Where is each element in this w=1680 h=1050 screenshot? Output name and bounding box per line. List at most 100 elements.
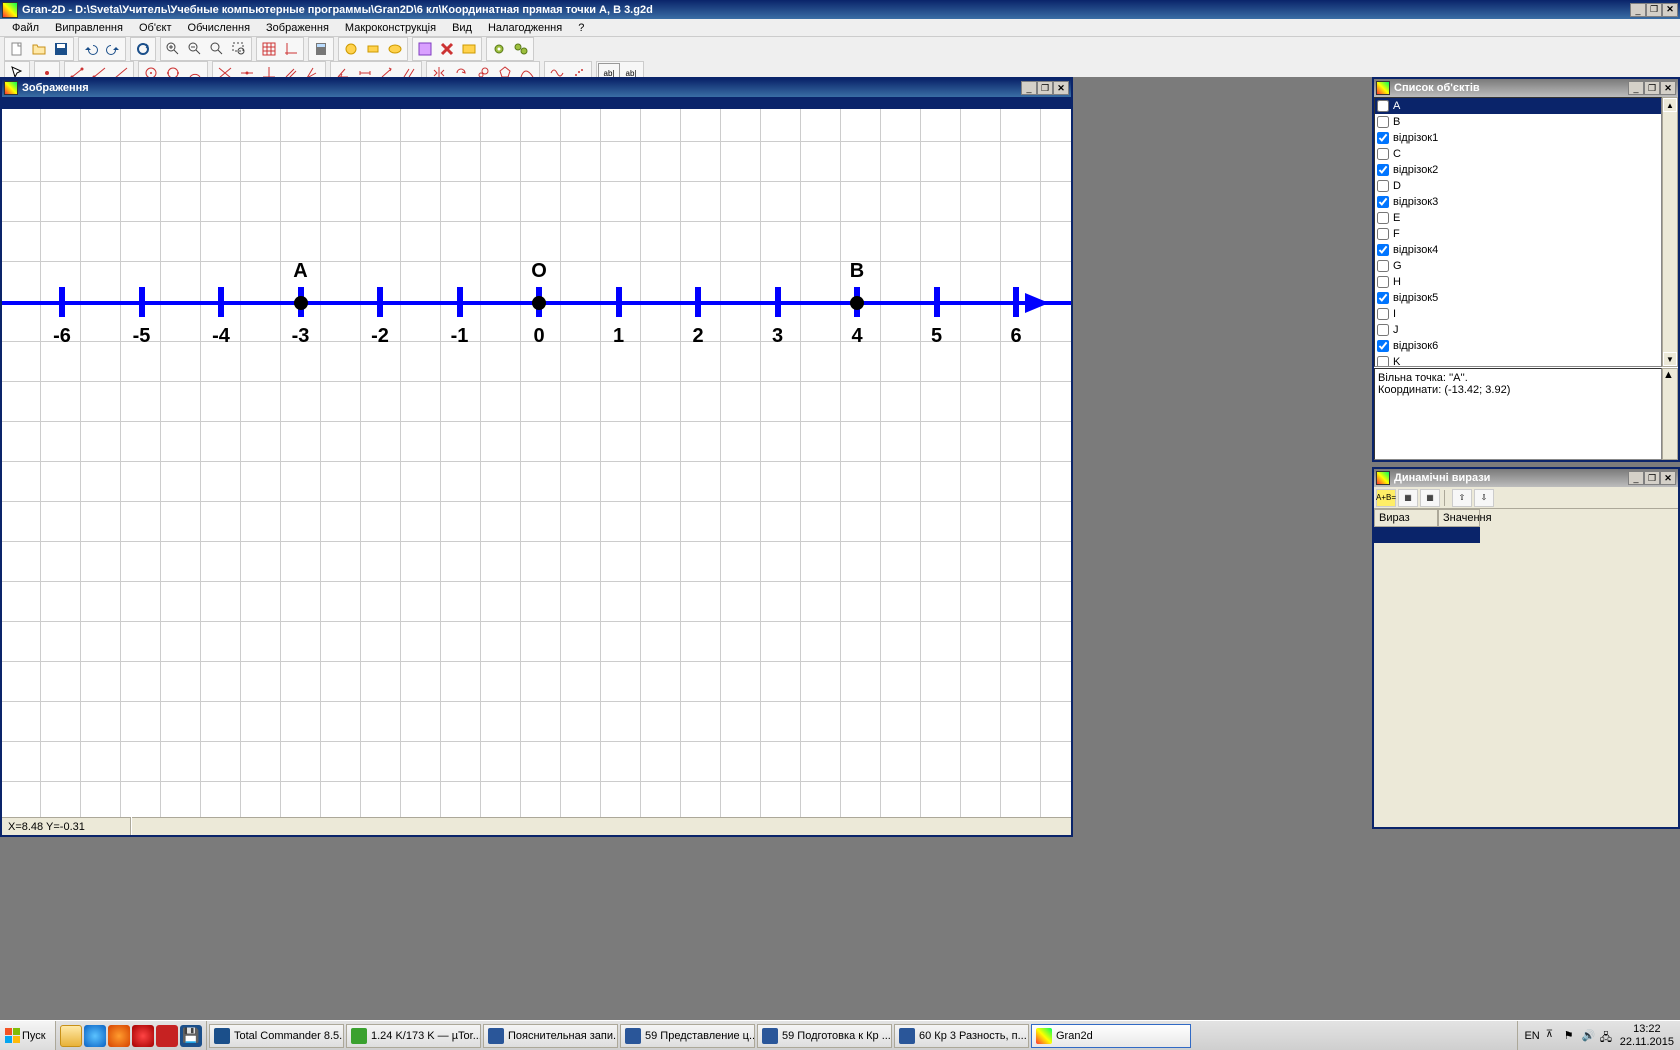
tray-lang[interactable]: EN bbox=[1524, 1030, 1539, 1042]
objects-list[interactable]: ABвідрізок1Cвідрізок2Dвідрізок3EFвідрізо… bbox=[1374, 97, 1662, 367]
expr-edit-button[interactable]: ▦ bbox=[1398, 489, 1418, 507]
scroll-up-icon[interactable]: ▲ bbox=[1663, 98, 1677, 112]
ql-abbyy-icon[interactable] bbox=[156, 1025, 178, 1047]
object-visibility-checkbox[interactable] bbox=[1377, 260, 1389, 272]
object-row[interactable]: відрізок3 bbox=[1375, 194, 1661, 210]
object-row[interactable]: I bbox=[1375, 306, 1661, 322]
image-window-titlebar[interactable]: Зображення _ ❐ ✕ bbox=[2, 79, 1071, 97]
objects-max-button[interactable]: ❐ bbox=[1644, 81, 1660, 95]
gears-icon[interactable] bbox=[510, 39, 532, 59]
image-max-button[interactable]: ❐ bbox=[1037, 81, 1053, 95]
object-row[interactable]: відрізок2 bbox=[1375, 162, 1661, 178]
tray-volume-icon[interactable]: 🔊 bbox=[1582, 1029, 1596, 1043]
expr-col-value[interactable]: Значення bbox=[1438, 509, 1480, 527]
object-row[interactable]: відрізок1 bbox=[1375, 130, 1661, 146]
object-visibility-checkbox[interactable] bbox=[1377, 212, 1389, 224]
delete-icon[interactable] bbox=[436, 39, 458, 59]
zoom-out-icon[interactable] bbox=[184, 39, 206, 59]
ql-ie-icon[interactable] bbox=[84, 1025, 106, 1047]
ql-firefox-icon[interactable] bbox=[108, 1025, 130, 1047]
image-close-button[interactable]: ✕ bbox=[1053, 81, 1069, 95]
object-row[interactable]: F bbox=[1375, 226, 1661, 242]
object-row[interactable]: B bbox=[1375, 114, 1661, 130]
redo-icon[interactable] bbox=[102, 39, 124, 59]
tray-clock[interactable]: 13:22 22.11.2015 bbox=[1620, 1023, 1674, 1047]
undo-icon[interactable] bbox=[80, 39, 102, 59]
gear-icon[interactable] bbox=[488, 39, 510, 59]
axes-icon[interactable] bbox=[280, 39, 302, 59]
expressions-window-titlebar[interactable]: Динамічні вирази _ ❐ ✕ bbox=[1374, 469, 1678, 487]
object-info-scrollbar[interactable]: ▲ bbox=[1662, 368, 1678, 460]
objects-min-button[interactable]: _ bbox=[1628, 81, 1644, 95]
play-macro-icon[interactable] bbox=[340, 39, 362, 59]
export-icon[interactable] bbox=[414, 39, 436, 59]
object-row[interactable]: відрізок5 bbox=[1375, 290, 1661, 306]
stop-macro-icon[interactable] bbox=[384, 39, 406, 59]
menu-image[interactable]: Зображення bbox=[258, 21, 337, 35]
objects-scrollbar[interactable]: ▲ ▼ bbox=[1662, 97, 1678, 367]
object-visibility-checkbox[interactable] bbox=[1377, 244, 1389, 256]
restore-button[interactable]: ❐ bbox=[1646, 3, 1662, 17]
info-scroll-up-icon[interactable]: ▲ bbox=[1663, 369, 1677, 381]
object-visibility-checkbox[interactable] bbox=[1377, 340, 1389, 352]
zoom-in-icon[interactable] bbox=[162, 39, 184, 59]
object-visibility-checkbox[interactable] bbox=[1377, 100, 1389, 112]
open-file-icon[interactable] bbox=[28, 39, 50, 59]
menu-object[interactable]: Об'єкт bbox=[131, 21, 180, 35]
objects-window-titlebar[interactable]: Список об'єктів _ ❐ ✕ bbox=[1374, 79, 1678, 97]
taskbar-task[interactable]: 59 Представление ц... bbox=[620, 1024, 755, 1048]
ql-opera-icon[interactable] bbox=[132, 1025, 154, 1047]
point-marker[interactable] bbox=[532, 296, 546, 310]
image-min-button[interactable]: _ bbox=[1021, 81, 1037, 95]
expr-add-button[interactable]: A+B= bbox=[1376, 489, 1396, 507]
start-button[interactable]: Пуск bbox=[0, 1021, 56, 1050]
refresh-icon[interactable] bbox=[132, 39, 154, 59]
object-row[interactable]: J bbox=[1375, 322, 1661, 338]
object-row[interactable]: E bbox=[1375, 210, 1661, 226]
zoom-fit-icon[interactable] bbox=[206, 39, 228, 59]
scroll-down-icon[interactable]: ▼ bbox=[1663, 352, 1677, 366]
menu-help[interactable]: ? bbox=[570, 21, 592, 35]
object-row[interactable]: відрізок4 bbox=[1375, 242, 1661, 258]
tray-network-icon[interactable]: 🖧 bbox=[1600, 1029, 1614, 1043]
object-visibility-checkbox[interactable] bbox=[1377, 276, 1389, 288]
object-visibility-checkbox[interactable] bbox=[1377, 324, 1389, 336]
expr-down-button[interactable]: ⇩ bbox=[1474, 489, 1494, 507]
expr-table[interactable]: Вираз Значення bbox=[1374, 509, 1678, 543]
tray-show-hidden-icon[interactable]: ⊼ bbox=[1546, 1029, 1560, 1043]
object-visibility-checkbox[interactable] bbox=[1377, 356, 1389, 367]
object-visibility-checkbox[interactable] bbox=[1377, 164, 1389, 176]
calculator-icon[interactable] bbox=[310, 39, 332, 59]
taskbar-task[interactable]: Total Commander 8.5... bbox=[209, 1024, 344, 1048]
save-file-icon[interactable] bbox=[50, 39, 72, 59]
object-visibility-checkbox[interactable] bbox=[1377, 116, 1389, 128]
expr-max-button[interactable]: ❐ bbox=[1644, 471, 1660, 485]
object-visibility-checkbox[interactable] bbox=[1377, 308, 1389, 320]
expr-close-button[interactable]: ✕ bbox=[1660, 471, 1676, 485]
taskbar-task[interactable]: 60 Кр 3 Разность, п... bbox=[894, 1024, 1029, 1048]
object-row[interactable]: H bbox=[1375, 274, 1661, 290]
menu-calc[interactable]: Обчислення bbox=[180, 21, 259, 35]
minimize-button[interactable]: _ bbox=[1630, 3, 1646, 17]
menu-debug[interactable]: Налагодження bbox=[480, 21, 570, 35]
menu-macro[interactable]: Макроконструкція bbox=[337, 21, 444, 35]
expr-copy-button[interactable]: ▦ bbox=[1420, 489, 1440, 507]
menu-view[interactable]: Вид bbox=[444, 21, 480, 35]
grid-icon[interactable] bbox=[258, 39, 280, 59]
object-visibility-checkbox[interactable] bbox=[1377, 196, 1389, 208]
object-row[interactable]: D bbox=[1375, 178, 1661, 194]
ql-totalcmd-icon[interactable]: 💾 bbox=[180, 1025, 202, 1047]
zoom-region-icon[interactable] bbox=[228, 39, 250, 59]
taskbar-task[interactable]: 59 Подготовка к Кр ... bbox=[757, 1024, 892, 1048]
expr-col-expression[interactable]: Вираз bbox=[1374, 509, 1438, 527]
object-visibility-checkbox[interactable] bbox=[1377, 228, 1389, 240]
point-marker[interactable] bbox=[294, 296, 308, 310]
close-button[interactable]: ✕ bbox=[1662, 3, 1678, 17]
object-visibility-checkbox[interactable] bbox=[1377, 148, 1389, 160]
objects-close-button[interactable]: ✕ bbox=[1660, 81, 1676, 95]
tray-flag-icon[interactable]: ⚑ bbox=[1564, 1029, 1578, 1043]
new-file-icon[interactable] bbox=[6, 39, 28, 59]
expr-up-button[interactable]: ⇧ bbox=[1452, 489, 1472, 507]
canvas[interactable]: -6-5-4-3-2-10123456 AOB X=8.48 Y=-0.31 bbox=[2, 97, 1071, 835]
object-row[interactable]: відрізок6 bbox=[1375, 338, 1661, 354]
